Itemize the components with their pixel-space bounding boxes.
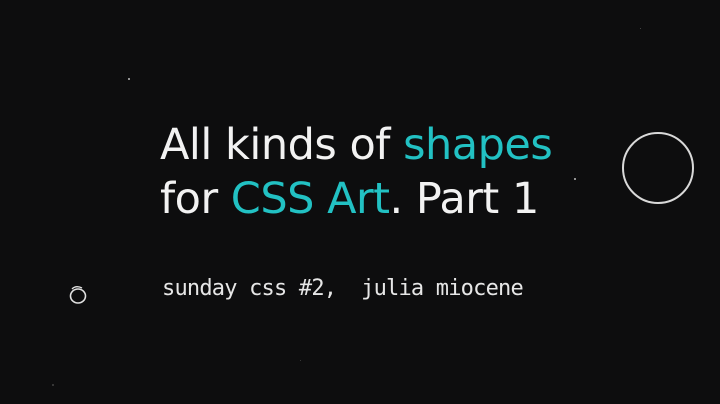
speck bbox=[574, 178, 576, 180]
speck bbox=[640, 28, 641, 29]
title-text: All kinds of bbox=[160, 120, 404, 170]
title-text: for bbox=[160, 174, 231, 224]
glitch-band bbox=[160, 233, 540, 234]
title-highlight-css-art: CSS Art bbox=[230, 174, 390, 224]
speck bbox=[128, 78, 130, 80]
video-thumbnail: All kinds of shapes for CSS Art. Part 1 … bbox=[0, 0, 720, 404]
speck bbox=[300, 360, 301, 361]
title-highlight-shapes: shapes bbox=[403, 120, 553, 170]
title-text: . Part 1 bbox=[389, 174, 540, 224]
subtitle: sunday css #2, julia miocene bbox=[162, 276, 524, 301]
title-line-2: for CSS Art. Part 1 bbox=[160, 172, 680, 226]
title: All kinds of shapes for CSS Art. Part 1 bbox=[160, 118, 680, 226]
title-line-1: All kinds of shapes bbox=[160, 118, 680, 172]
sketch-circle-icon bbox=[69, 286, 87, 304]
glitch-band bbox=[160, 226, 540, 228]
circle-shape bbox=[622, 132, 694, 204]
speck bbox=[52, 384, 54, 386]
